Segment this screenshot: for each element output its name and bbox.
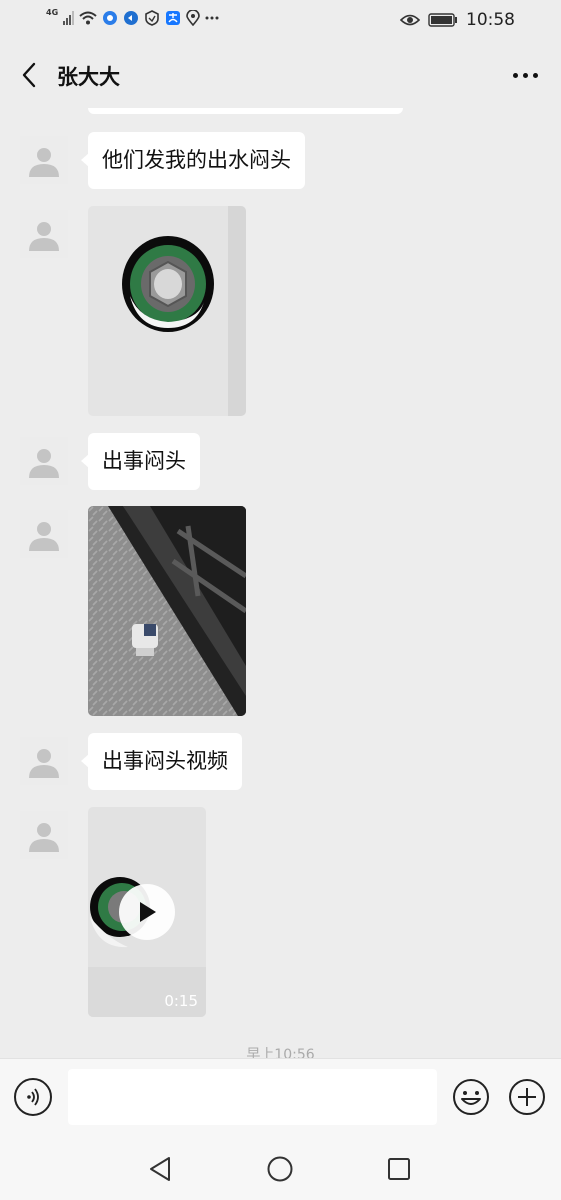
alipay-icon (165, 10, 181, 26)
chat-header: 张大大 (0, 42, 561, 108)
text-message-bubble[interactable]: 他们发我的出水闷头 (81, 132, 305, 189)
system-recents-button[interactable] (382, 1152, 416, 1186)
video-duration: 0:15 (164, 992, 198, 1010)
eye-icon (400, 13, 420, 27)
video-message[interactable]: 0:15 (88, 807, 206, 1017)
status-bar: 4G 10:58 (0, 0, 561, 42)
status-bar-right: 10:58 (400, 10, 515, 30)
battery-icon (428, 13, 458, 27)
emoji-icon (453, 1079, 489, 1115)
text-message-bubble[interactable]: 出事闷头 (81, 433, 200, 490)
shield-icon (144, 10, 160, 26)
photo-gray-fitting-in-wall (88, 206, 246, 416)
message-timestamp: 早上10:56 (246, 1047, 315, 1058)
app-notification-icon (102, 10, 118, 26)
voice-button[interactable] (14, 1078, 52, 1116)
partial-message-bubble[interactable] (88, 108, 403, 114)
system-navigation-bar (0, 1138, 561, 1200)
more-dots-icon (205, 16, 219, 20)
default-avatar-icon (29, 749, 59, 778)
system-back-button[interactable] (143, 1152, 177, 1186)
default-avatar-icon (29, 148, 59, 177)
more-button[interactable] (505, 60, 545, 90)
signal-icon (63, 11, 75, 25)
image-message[interactable] (88, 506, 246, 716)
default-avatar-icon (29, 222, 59, 251)
avatar[interactable] (20, 136, 68, 184)
voice-icon (27, 1088, 39, 1106)
chat-messages[interactable]: 他们发我的出水闷头 出事闷头 出事闷头视频 0:15 早上10:56 (0, 108, 561, 1058)
plus-icon (509, 1079, 545, 1115)
recents-square-icon (388, 1158, 410, 1180)
avatar[interactable] (20, 811, 68, 859)
message-input[interactable] (68, 1069, 437, 1125)
status-time: 10:58 (466, 10, 515, 30)
back-triangle-icon (150, 1157, 170, 1181)
default-avatar-icon (29, 823, 59, 852)
play-button[interactable] (119, 884, 175, 940)
status-bar-left: 4G (46, 8, 219, 26)
input-bar (0, 1058, 561, 1139)
chat-title: 张大大 (57, 65, 120, 89)
image-message[interactable] (88, 206, 246, 416)
more-actions-button[interactable] (508, 1078, 546, 1116)
location-icon (186, 10, 200, 26)
back-button[interactable] (12, 58, 46, 92)
wifi-icon (79, 11, 97, 25)
home-circle-icon (267, 1156, 293, 1182)
photo-fitting-on-tile-floor (88, 506, 246, 716)
default-avatar-icon (29, 522, 59, 551)
avatar[interactable] (20, 210, 68, 258)
avatar[interactable] (20, 510, 68, 558)
more-icon (512, 72, 518, 78)
back-arrow-icon (22, 62, 36, 88)
text-message-bubble[interactable]: 出事闷头视频 (81, 733, 242, 790)
emoji-button[interactable] (452, 1078, 490, 1116)
app-notification-icon (123, 10, 139, 26)
system-home-button[interactable] (263, 1152, 297, 1186)
avatar[interactable] (20, 737, 68, 785)
default-avatar-icon (29, 449, 59, 478)
play-icon (140, 902, 156, 922)
avatar[interactable] (20, 437, 68, 485)
network-type: 4G (46, 8, 59, 17)
